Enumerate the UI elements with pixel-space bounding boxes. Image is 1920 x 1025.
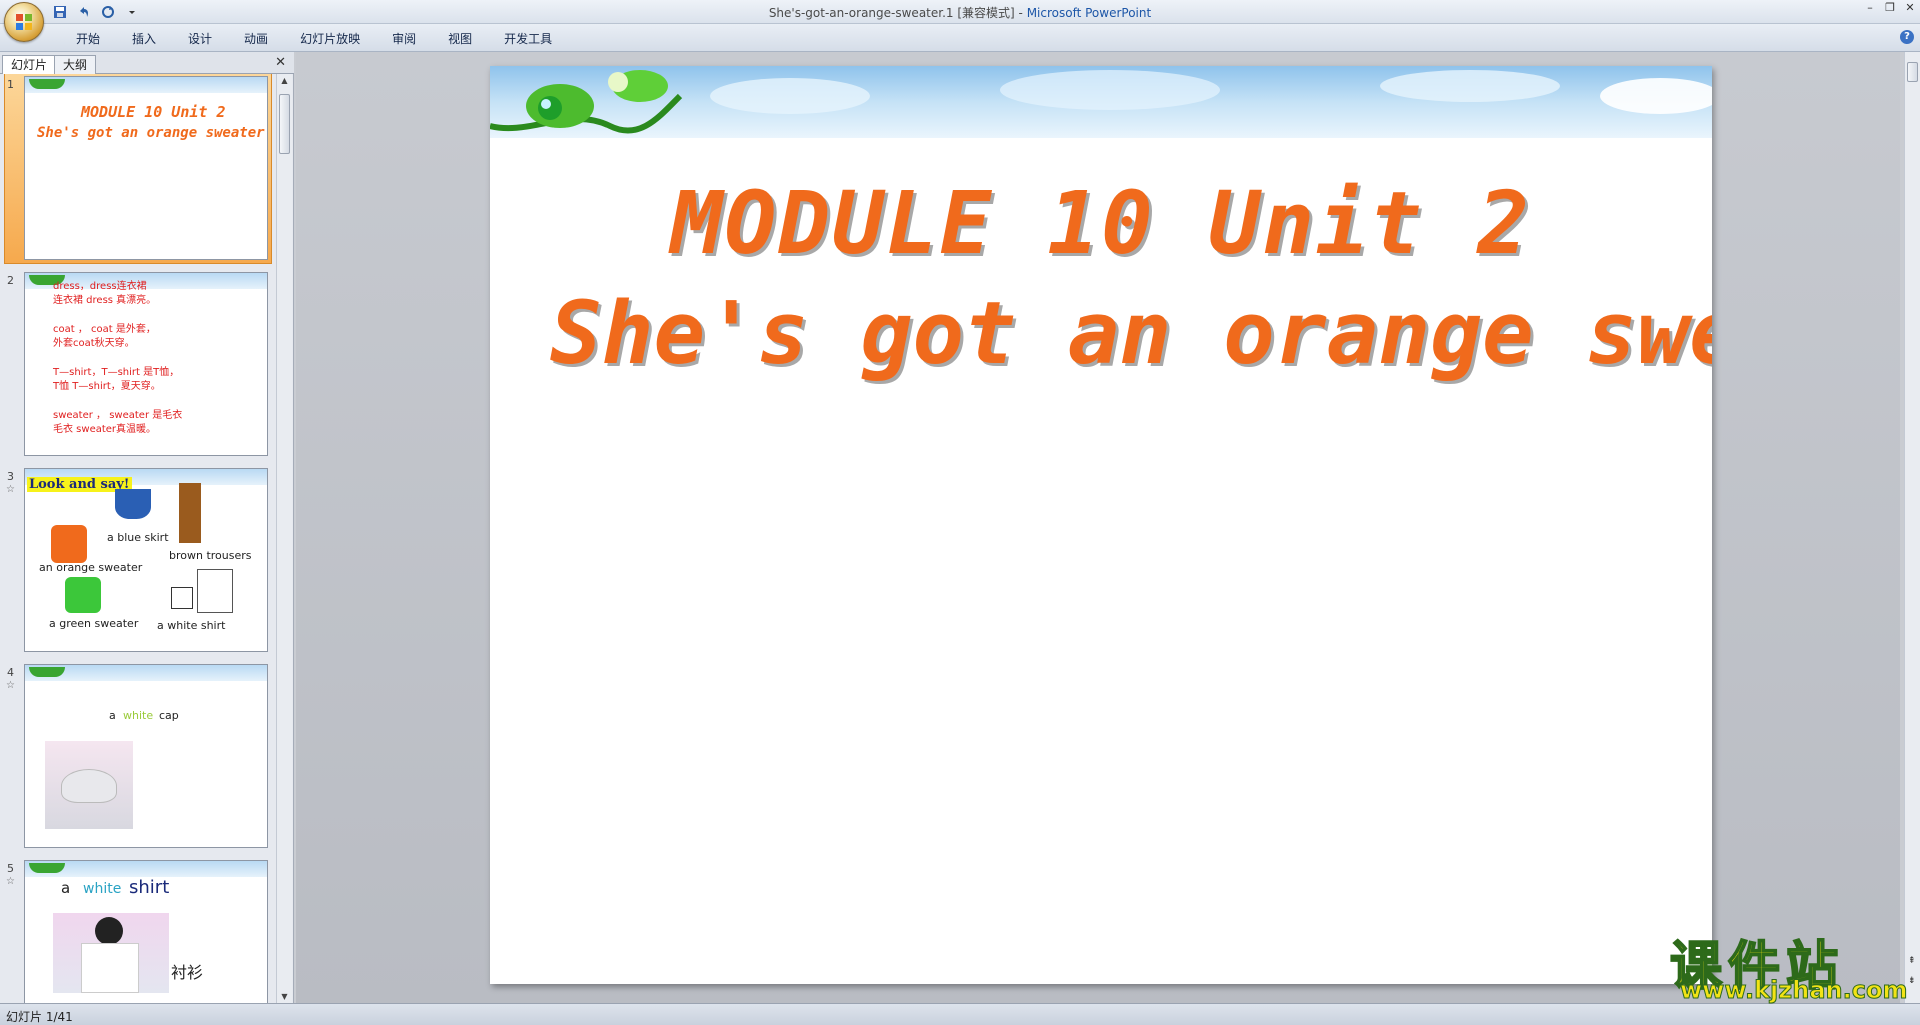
- current-slide[interactable]: MODULE 10 Unit 2 She's got an orange swe…: [490, 66, 1712, 984]
- watermark-url: www.kjzhan.com: [1679, 976, 1908, 1005]
- label-brown-trousers: brown trousers: [169, 549, 252, 562]
- thumbnail-scrollbar[interactable]: ▲ ▼: [276, 74, 292, 1003]
- slide-number: 4: [7, 666, 14, 679]
- label-green-sweater: a green sweater: [49, 617, 139, 630]
- window-title: She's-got-an-orange-sweater.1 [兼容模式] - M…: [0, 4, 1920, 21]
- thumbnail-canvas: MODULE 10 Unit 2 She's got an orange swe…: [24, 76, 268, 260]
- slide-thumbnail-4[interactable]: 4 ☆ a white cap: [0, 662, 276, 852]
- close-icon[interactable]: ✕: [1904, 2, 1916, 14]
- vocab-line: dress，dress连衣裙: [53, 281, 147, 292]
- ribbon: 开始 插入 设计 动画 幻灯片放映 审阅 视图 开发工具 ?: [0, 24, 1920, 52]
- window-controls: – ❐ ✕: [1864, 2, 1916, 14]
- restore-icon[interactable]: ❐: [1884, 2, 1896, 14]
- close-pane-icon[interactable]: ✕: [275, 55, 286, 70]
- caption-cn: 衬衫: [171, 963, 204, 982]
- scroll-up-icon[interactable]: ▲: [280, 76, 289, 85]
- office-button[interactable]: [4, 2, 44, 42]
- thumbnail-canvas: Look and say! a blue skirt brown trouser…: [24, 468, 268, 652]
- pane-tabs: 幻灯片 大纲 ✕: [0, 52, 294, 74]
- slide-thumbnail-2[interactable]: 2 dress，dress连衣裙 连衣裙 dress 真漂亮。 coat ， c…: [0, 270, 276, 460]
- slide-number: 1: [7, 78, 14, 91]
- vine-frog-decoration-icon: [490, 70, 683, 134]
- cap-photo: [45, 741, 133, 829]
- caption-cap: cap: [159, 709, 179, 722]
- vine-decoration-icon: [29, 863, 65, 873]
- app-name: Microsoft PowerPoint: [1026, 6, 1152, 20]
- vocab-line: T—shirt，T—shirt 是T恤，: [53, 367, 180, 378]
- caption-a: a: [61, 879, 71, 897]
- ribbon-tabs: 开始 插入 设计 动画 幻灯片放映 审阅 视图 开发工具: [60, 30, 568, 48]
- tab-design[interactable]: 设计: [172, 30, 228, 48]
- slide-title-module[interactable]: MODULE 10 Unit 2: [490, 174, 1712, 274]
- caption-shirt: shirt: [129, 877, 170, 898]
- vocab-line: coat ， coat 是外套，: [53, 324, 156, 335]
- shirt-photo: [53, 913, 169, 993]
- child-head-icon: [95, 917, 123, 945]
- animation-star-icon: ☆: [6, 680, 15, 691]
- document-title: She's-got-an-orange-sweater.1 [兼容模式] -: [768, 6, 1027, 20]
- white-shirt-icon: [197, 569, 233, 613]
- tab-review[interactable]: 审阅: [376, 30, 432, 48]
- thumbnail-canvas: a white cap: [24, 664, 268, 848]
- slide-thumbnail-5[interactable]: 5 ☆ a white shirt 衬衫: [0, 858, 276, 1003]
- editor-scrollbar[interactable]: ⇞ ⇟: [1904, 52, 1920, 1003]
- slide-thumbnails: 1 MODULE 10 Unit 2 She's got an orange s…: [0, 74, 276, 1003]
- watermark-logo: 课件站 www.kjzhan.com: [1669, 924, 1910, 1005]
- vine-decoration-icon: [29, 79, 65, 89]
- white-shirt-icon: [81, 943, 139, 993]
- trousers-icon: [179, 483, 201, 543]
- checkbox-icon: [171, 587, 193, 609]
- slide-editor: MODULE 10 Unit 2 She's got an orange swe…: [296, 52, 1900, 1003]
- tab-developer[interactable]: 开发工具: [488, 30, 568, 48]
- help-icon[interactable]: ?: [1900, 30, 1914, 44]
- label-white-shirt: a white shirt: [157, 619, 226, 632]
- cap-icon: [61, 769, 117, 803]
- vocab-line: 毛衣 sweater真温暖。: [53, 424, 157, 435]
- tab-home[interactable]: 开始: [60, 30, 116, 48]
- tab-slideshow[interactable]: 幻灯片放映: [284, 30, 376, 48]
- tab-insert[interactable]: 插入: [116, 30, 172, 48]
- caption-a: a: [109, 709, 116, 722]
- slide-number: 5: [7, 862, 14, 875]
- slide-thumbnail-1[interactable]: 1 MODULE 10 Unit 2 She's got an orange s…: [0, 74, 276, 264]
- tab-slides[interactable]: 幻灯片: [2, 55, 57, 74]
- vocab-line: 连衣裙 dress 真漂亮。: [53, 295, 157, 306]
- tab-view[interactable]: 视图: [432, 30, 488, 48]
- office-logo-icon: [16, 14, 32, 30]
- tab-outline[interactable]: 大纲: [54, 55, 97, 74]
- orange-sweater-icon: [51, 525, 87, 563]
- tab-animations[interactable]: 动画: [228, 30, 284, 48]
- scroll-thumb[interactable]: [279, 94, 290, 154]
- slide-number: 3: [7, 470, 14, 483]
- green-sweater-icon: [65, 577, 101, 613]
- thumb-title-2: She's got an orange sweater.: [37, 125, 268, 141]
- thumb-title-1: MODULE 10 Unit 2: [81, 103, 226, 121]
- slide-counter: 幻灯片 1/41: [6, 1010, 73, 1024]
- caption-white: white: [123, 709, 154, 722]
- slide-number: 2: [7, 274, 14, 287]
- vocab-line: T恤 T—shirt，夏天穿。: [53, 381, 161, 392]
- animation-star-icon: ☆: [6, 876, 15, 887]
- label-blue-skirt: a blue skirt: [107, 531, 169, 544]
- thumbnail-canvas: a white shirt 衬衫: [24, 860, 268, 1003]
- vine-decoration-icon: [29, 667, 65, 677]
- vocab-line: sweater ， sweater 是毛衣: [53, 410, 183, 421]
- title-bar: She's-got-an-orange-sweater.1 [兼容模式] - M…: [0, 0, 1920, 42]
- animation-star-icon: ☆: [6, 484, 15, 495]
- caption-white: white: [83, 881, 122, 897]
- slide-subtitle[interactable]: She's got an orange sweater.: [550, 284, 1712, 384]
- label-orange-sweater: an orange sweater: [39, 561, 143, 574]
- vocab-line: 外套coat秋天穿。: [53, 338, 135, 349]
- scroll-down-icon[interactable]: ▼: [280, 992, 289, 1001]
- thumbnail-canvas: dress，dress连衣裙 连衣裙 dress 真漂亮。 coat ， coa…: [24, 272, 268, 456]
- slide-thumbnail-3[interactable]: 3 ☆ Look and say! a blue skirt brown tro…: [0, 466, 276, 656]
- status-bar: 幻灯片 1/41: [0, 1003, 1920, 1025]
- scroll-thumb[interactable]: [1907, 62, 1918, 82]
- minimize-icon[interactable]: –: [1864, 2, 1876, 14]
- skirt-icon: [115, 489, 151, 519]
- slides-pane: 幻灯片 大纲 ✕ 1 MODULE 10 Unit 2 She's got an…: [0, 52, 294, 1003]
